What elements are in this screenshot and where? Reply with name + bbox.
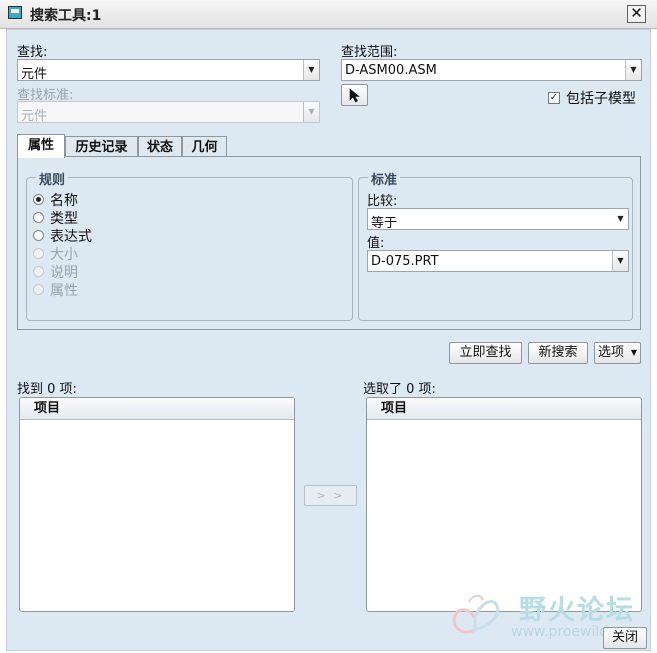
rule-type-radio[interactable] <box>33 212 44 223</box>
watermark-title: 野火论坛 <box>519 595 635 626</box>
scope-select[interactable]: D-ASM00.ASM ▼ <box>341 59 642 81</box>
criteria-value: 元件 <box>21 109 48 124</box>
rule-type-label: 类型 <box>50 211 78 227</box>
selected-items-list[interactable]: 项目 <box>366 397 642 612</box>
tab-geometry[interactable]: 几何 <box>182 136 227 158</box>
criteria-group-title: 标准 <box>368 169 401 188</box>
selected-items-column-header[interactable]: 项目 <box>367 398 641 420</box>
rule-size-radio[interactable] <box>33 248 44 259</box>
value-value: D-075.PRT <box>371 254 439 269</box>
window-title: 搜索工具:1 <box>30 8 102 24</box>
tab-attributes[interactable]: 属性 <box>17 134 65 158</box>
search-tool-dialog: 查找: 元件 ▼ 查找标准: 元件 ▼ 查找范围: D-ASM00.ASM ▼ … <box>6 29 651 651</box>
chevron-down-icon: ▼ <box>630 348 637 357</box>
new-search-button[interactable]: 新搜索 <box>528 342 588 364</box>
options-menu-button[interactable]: 选项 ▼ <box>594 342 641 364</box>
found-count-label: 找到 0 项: <box>17 382 77 397</box>
find-now-button[interactable]: 立即查找 <box>449 342 522 364</box>
transfer-selected-button[interactable]: > > <box>304 485 357 506</box>
tab-status[interactable]: 状态 <box>138 136 182 158</box>
value-select[interactable]: D-075.PRT ▼ <box>367 250 629 272</box>
compare-value: 等于 <box>371 216 398 231</box>
rule-description-label: 说明 <box>50 265 78 281</box>
attributes-tab-panel: 规则 名称 类型 表达式 大小 说明 属性 标准 比较: 等于 ▼ 值: D-0… <box>17 156 641 330</box>
rules-group-title: 规则 <box>36 169 69 188</box>
close-window-button[interactable]: ✕ <box>627 5 646 23</box>
found-items-column-header[interactable]: 项目 <box>20 398 294 420</box>
chevron-down-icon[interactable]: ▼ <box>612 251 628 271</box>
rule-attribute-radio[interactable] <box>33 284 44 295</box>
compare-label: 比较: <box>367 194 398 209</box>
rule-attribute-label: 属性 <box>50 283 78 299</box>
selected-count-label: 选取了 0 项: <box>363 382 436 397</box>
rules-group: 规则 名称 类型 表达式 大小 说明 属性 <box>26 169 353 321</box>
chevron-down-icon[interactable]: ▼ <box>303 102 319 122</box>
cursor-arrow-icon <box>349 88 360 103</box>
options-menu-label: 选项 <box>598 345 625 360</box>
watermark-url: www.proewild <box>511 624 609 640</box>
include-submodels-checkbox[interactable]: ✓ <box>548 92 560 104</box>
select-scope-pointer-button[interactable] <box>341 84 368 106</box>
find-type-value: 元件 <box>21 67 48 82</box>
title-bar: 搜索工具:1 ✕ <box>0 0 657 29</box>
find-type-select[interactable]: 元件 ▼ <box>17 59 320 82</box>
rule-expression-label: 表达式 <box>50 229 92 245</box>
criteria-select[interactable]: 元件 ▼ <box>17 101 320 124</box>
scope-value: D-ASM00.ASM <box>345 63 437 78</box>
rule-name-radio[interactable] <box>33 194 44 205</box>
app-window-icon <box>8 6 22 19</box>
found-items-list[interactable]: 项目 <box>19 397 295 612</box>
rule-expression-radio[interactable] <box>33 230 44 241</box>
find-label: 查找: <box>17 45 48 60</box>
value-label: 值: <box>367 236 385 251</box>
include-submodels-label: 包括子模型 <box>566 91 636 107</box>
tab-history[interactable]: 历史记录 <box>65 136 138 158</box>
chevron-down-icon[interactable]: ▼ <box>613 209 628 229</box>
criteria-group: 标准 比较: 等于 ▼ 值: D-075.PRT ▼ <box>358 169 633 321</box>
rule-size-label: 大小 <box>50 247 78 263</box>
close-dialog-button[interactable]: 关闭 <box>603 627 647 649</box>
compare-select[interactable]: 等于 ▼ <box>367 208 629 231</box>
scope-label: 查找范围: <box>341 45 398 60</box>
rule-name-label: 名称 <box>50 193 78 209</box>
chevron-down-icon[interactable]: ▼ <box>625 60 641 80</box>
butterfly-logo-icon <box>452 594 500 634</box>
rule-description-radio[interactable] <box>33 266 44 277</box>
chevron-down-icon[interactable]: ▼ <box>303 60 319 80</box>
